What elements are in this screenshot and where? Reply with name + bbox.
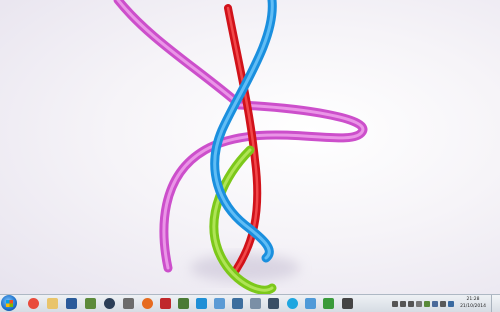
desktop[interactable] — [0, 0, 500, 294]
network-icon[interactable] — [432, 300, 438, 307]
taskbar-button-app-icon-3[interactable] — [121, 296, 136, 311]
app-icon-11 — [323, 298, 334, 309]
app-icon-12 — [342, 298, 353, 309]
chrome-icon — [28, 298, 39, 309]
taskbar-button-filezilla[interactable] — [158, 296, 173, 311]
taskbar-button-app-icon-8[interactable] — [248, 296, 263, 311]
steam-icon — [104, 298, 115, 309]
app-icon-3 — [123, 298, 134, 309]
taskbar-button-skype[interactable] — [285, 296, 300, 311]
taskbar-button-app-icon-11[interactable] — [321, 296, 336, 311]
app-icon-4 — [178, 298, 189, 309]
app-icon-8 — [250, 298, 261, 309]
media-prev-icon[interactable] — [392, 300, 398, 307]
tray-icon-3[interactable] — [448, 300, 454, 307]
filezilla-icon — [160, 298, 171, 309]
taskbar-button-app-icon-5[interactable] — [194, 296, 209, 311]
app-icon-2 — [85, 298, 96, 309]
clock[interactable]: 21:28 21/10/2014 — [460, 296, 486, 310]
taskbar-button-app-icon-9[interactable] — [266, 296, 281, 311]
taskbar-button-app-icon-6[interactable] — [212, 296, 227, 311]
taskbar-button-app-icon-12[interactable] — [340, 296, 355, 311]
taskbar-button-app-icon-7[interactable] — [230, 296, 245, 311]
tray-icon-2[interactable] — [424, 300, 430, 307]
taskbar-button-app-icon-1[interactable] — [64, 296, 79, 311]
taskbar-button-chrome[interactable] — [26, 296, 41, 311]
app-icon-5 — [196, 298, 207, 309]
taskbar: 21:28 21/10/2014 — [0, 294, 500, 312]
app-icon-7 — [232, 298, 243, 309]
media-play-icon[interactable] — [400, 300, 406, 307]
taskbar-button-app-icon-2[interactable] — [83, 296, 98, 311]
taskbar-button-app-icon-10[interactable] — [303, 296, 318, 311]
volume-icon[interactable] — [440, 300, 446, 307]
taskbar-button-firefox[interactable] — [140, 296, 155, 311]
taskbar-button-folder[interactable] — [45, 296, 60, 311]
app-icon-1 — [66, 298, 77, 309]
firefox-icon — [142, 298, 153, 309]
clock-time: 21:28 — [466, 297, 480, 302]
colorful-ribbons-wallpaper — [113, 0, 368, 294]
taskbar-button-app-icon-4[interactable] — [176, 296, 191, 311]
skype-icon — [287, 298, 298, 309]
folder-icon — [47, 298, 58, 309]
media-next-icon[interactable] — [408, 300, 414, 307]
system-tray — [392, 295, 456, 312]
tray-icon-1[interactable] — [416, 300, 422, 307]
windows-orb-icon[interactable] — [1, 295, 17, 311]
taskbar-button-steam[interactable] — [102, 296, 117, 311]
magenta-ribbon — [113, 0, 368, 273]
clock-date: 21/10/2014 — [460, 304, 486, 309]
app-icon-9 — [268, 298, 279, 309]
app-icon-10 — [305, 298, 316, 309]
show-desktop-button[interactable] — [491, 295, 500, 312]
app-icon-6 — [214, 298, 225, 309]
